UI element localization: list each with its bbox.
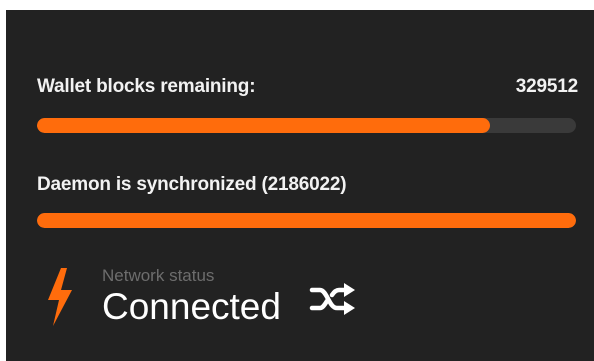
daemon-row: Daemon is synchronized (2186022) [37, 174, 578, 196]
wallet-progress-bar [37, 118, 576, 133]
wallet-blocks-label: Wallet blocks remaining: [37, 76, 256, 97]
network-status-text: Network status Connected [102, 266, 281, 328]
shuffle-icon[interactable] [309, 281, 357, 317]
daemon-progress-bar [37, 213, 576, 228]
network-status-value: Connected [102, 286, 281, 327]
wallet-blocks-count: 329512 [515, 76, 578, 97]
daemon-sync-label: Daemon is synchronized (2186022) [37, 174, 347, 195]
daemon-progress-fill [37, 213, 576, 228]
network-status-caption: Network status [102, 266, 215, 285]
network-status: Network status Connected [46, 266, 357, 328]
wallet-row: Wallet blocks remaining: 329512 [37, 76, 578, 98]
lightning-bolt-icon [48, 268, 72, 326]
wallet-progress-fill [37, 118, 490, 133]
sync-status-panel: Wallet blocks remaining: 329512 Daemon i… [6, 10, 594, 361]
